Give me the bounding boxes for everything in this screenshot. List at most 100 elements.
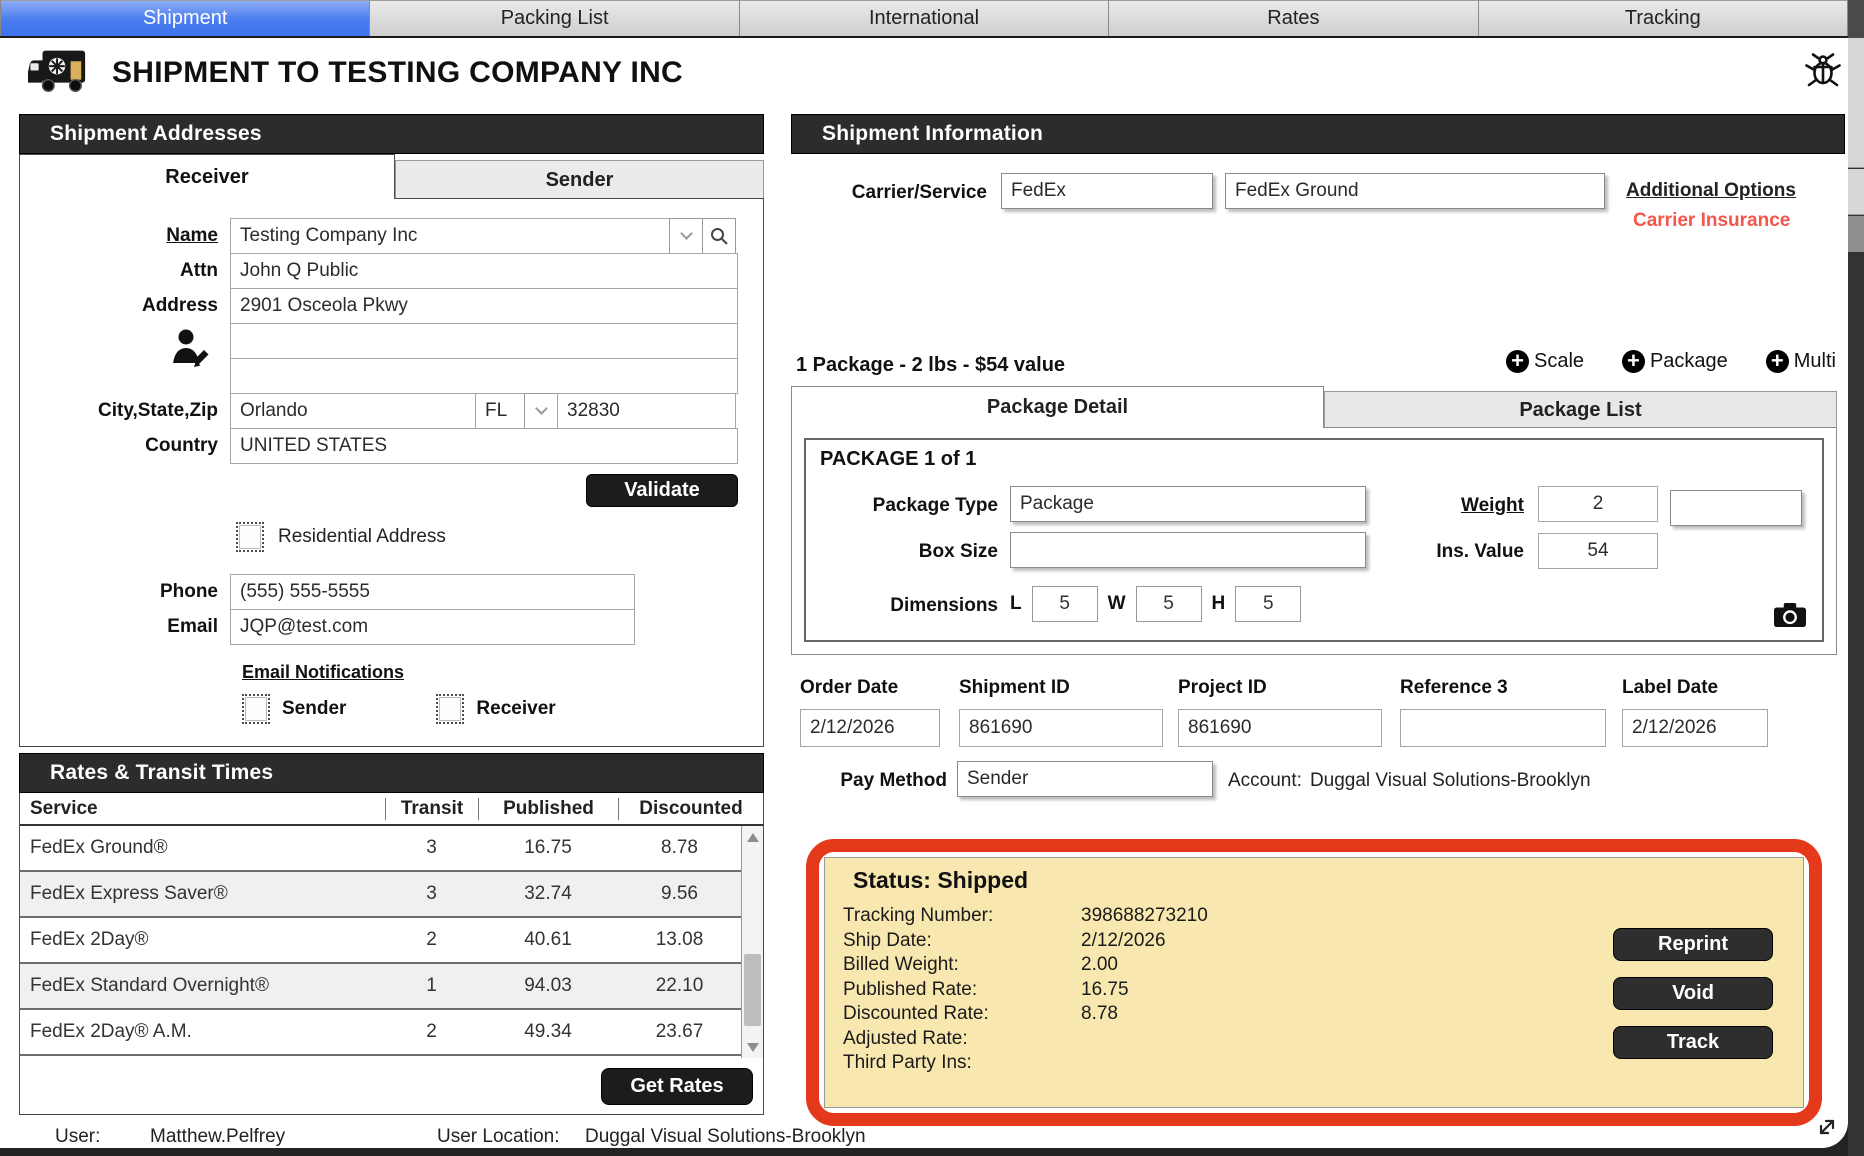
service-cell: FedEx Ground® <box>30 837 168 858</box>
tab-international[interactable]: International <box>739 0 1110 36</box>
order-date-input[interactable] <box>800 709 940 747</box>
email-input[interactable] <box>230 609 635 645</box>
project-id-input[interactable] <box>1178 709 1382 747</box>
package-label: Package <box>1649 350 1728 372</box>
track-button[interactable]: Track <box>1613 1026 1773 1059</box>
ins-value-label: Ins. Value <box>1436 541 1524 562</box>
tab-rates[interactable]: Rates <box>1109 0 1479 36</box>
account-info: Account: Duggal Visual Solutions-Brookly… <box>1228 770 1591 792</box>
state-input[interactable] <box>475 393 525 429</box>
dim-h-input[interactable] <box>1235 586 1302 622</box>
label-date-input[interactable] <box>1622 709 1768 747</box>
country-input[interactable] <box>230 428 738 464</box>
reprint-button[interactable]: Reprint <box>1613 928 1773 961</box>
validate-button[interactable]: Validate <box>586 474 738 507</box>
attn-row: Attn <box>20 253 763 289</box>
get-rates-button[interactable]: Get Rates <box>601 1067 753 1105</box>
weight-unit-select[interactable] <box>1670 490 1802 526</box>
tab-shipment[interactable]: Shipment <box>0 0 371 36</box>
resize-expand-icon[interactable] <box>1810 1110 1844 1149</box>
name-dropdown-button[interactable] <box>669 218 703 254</box>
plus-circle-icon <box>1621 350 1645 373</box>
published-cell: 94.03 <box>524 975 572 996</box>
carrier-insurance-link[interactable]: Carrier Insurance <box>1633 210 1790 232</box>
address-line1-input[interactable] <box>230 288 738 324</box>
state-dropdown-button[interactable] <box>524 393 558 429</box>
address-line3-input[interactable] <box>230 358 738 394</box>
dim-l-input[interactable] <box>1031 586 1098 622</box>
debug-bug-icon[interactable] <box>1804 52 1842 93</box>
address-search-button[interactable] <box>702 218 736 254</box>
dimensions-row: L W H <box>1010 586 1302 622</box>
phone-input[interactable] <box>230 574 635 610</box>
add-multi-button[interactable]: Multi <box>1765 350 1836 373</box>
weight-label[interactable]: Weight <box>1418 495 1524 517</box>
ins-value-input[interactable] <box>1538 533 1658 569</box>
shipment-id-input[interactable] <box>959 709 1163 747</box>
tab-receiver[interactable]: Receiver <box>19 154 395 199</box>
tab-tracking[interactable]: Tracking <box>1478 0 1849 36</box>
published-cell: 32.74 <box>524 883 572 904</box>
transit-cell: 2 <box>426 929 437 950</box>
dim-w-input[interactable] <box>1135 586 1202 622</box>
reference3-input[interactable] <box>1400 709 1606 747</box>
pay-method-select[interactable] <box>957 761 1213 797</box>
main-window: Shipment Packing List International Rate… <box>0 0 1849 1149</box>
tab-sender[interactable]: Sender <box>395 160 764 199</box>
residential-checkbox[interactable] <box>236 522 264 552</box>
billed-weight-value: 2.00 <box>1081 954 1118 975</box>
rate-row[interactable]: FedEx Express Saver® 3 32.74 9.56 <box>20 872 741 918</box>
tab-packing-list[interactable]: Packing List <box>370 0 740 36</box>
receiver-name-input[interactable] <box>230 218 670 254</box>
status-row: Billed Weight: 2.00 <box>843 953 1208 978</box>
edit-contact-icon[interactable] <box>172 327 210 376</box>
triangle-down-icon <box>746 1042 759 1052</box>
scroll-down-button[interactable] <box>742 1036 763 1058</box>
scroll-up-button[interactable] <box>742 826 763 848</box>
shipment-information-panel: Shipment Information Carrier/Service Add… <box>791 114 1848 1128</box>
attn-input[interactable] <box>230 253 738 289</box>
tab-package-list[interactable]: Package List <box>1324 391 1837 428</box>
phone-label: Phone <box>159 581 218 602</box>
transit-cell: 3 <box>426 883 437 904</box>
multi-label: Multi <box>1793 350 1836 372</box>
rate-row[interactable]: FedEx 2Day® 2 40.61 13.08 <box>20 918 741 964</box>
weight-input[interactable] <box>1538 486 1658 522</box>
service-cell: FedEx Standard Overnight® <box>30 975 269 996</box>
add-scale-button[interactable]: Scale <box>1506 350 1584 373</box>
void-button[interactable]: Void <box>1613 977 1773 1010</box>
service-select[interactable] <box>1225 173 1605 209</box>
country-row: Country <box>20 428 763 464</box>
status-row: Third Party Ins: <box>843 1051 1208 1076</box>
notification-checkboxes: Sender Receiver <box>242 694 763 724</box>
address-tabs: Receiver Sender <box>19 154 764 199</box>
notify-sender-checkbox[interactable] <box>242 694 270 724</box>
city-input[interactable] <box>230 393 476 429</box>
carrier-select[interactable] <box>1001 173 1213 209</box>
add-buttons: Scale Package Multi <box>1506 350 1836 373</box>
box-size-select[interactable] <box>1010 532 1366 568</box>
additional-options-link[interactable]: Additional Options <box>1626 180 1796 202</box>
address-line2-input[interactable] <box>230 323 738 359</box>
validate-row: Validate <box>20 474 738 507</box>
user-label: User: <box>55 1126 101 1147</box>
published-cell: 40.61 <box>524 929 572 950</box>
scrollbar-thumb[interactable] <box>744 954 761 1026</box>
zip-input[interactable] <box>557 393 736 429</box>
order-date-label: Order Date <box>800 677 899 698</box>
tab-package-detail[interactable]: Package Detail <box>791 386 1324 428</box>
rate-row[interactable]: FedEx Standard Overnight® 1 94.03 22.10 <box>20 964 741 1010</box>
name-label[interactable]: Name <box>20 225 230 247</box>
camera-icon[interactable] <box>1774 603 1806 632</box>
email-notifications-link[interactable]: Email Notifications <box>242 662 763 683</box>
rate-row[interactable]: FedEx 2Day® A.M. 2 49.34 23.67 <box>20 1010 741 1056</box>
notify-receiver-checkbox[interactable] <box>436 694 465 724</box>
residential-label: Residential Address <box>278 526 446 547</box>
add-package-button[interactable]: Package <box>1621 350 1728 373</box>
rates-panel-title: Rates & Transit Times <box>19 753 764 793</box>
rates-scrollbar[interactable] <box>741 826 763 1058</box>
rate-row[interactable]: FedEx Ground® 3 16.75 8.78 <box>20 826 741 872</box>
service-cell: FedEx 2Day® <box>30 929 149 950</box>
shipment-addresses-panel: Shipment Addresses Receiver Sender Name <box>19 114 764 747</box>
package-type-select[interactable] <box>1010 486 1366 522</box>
